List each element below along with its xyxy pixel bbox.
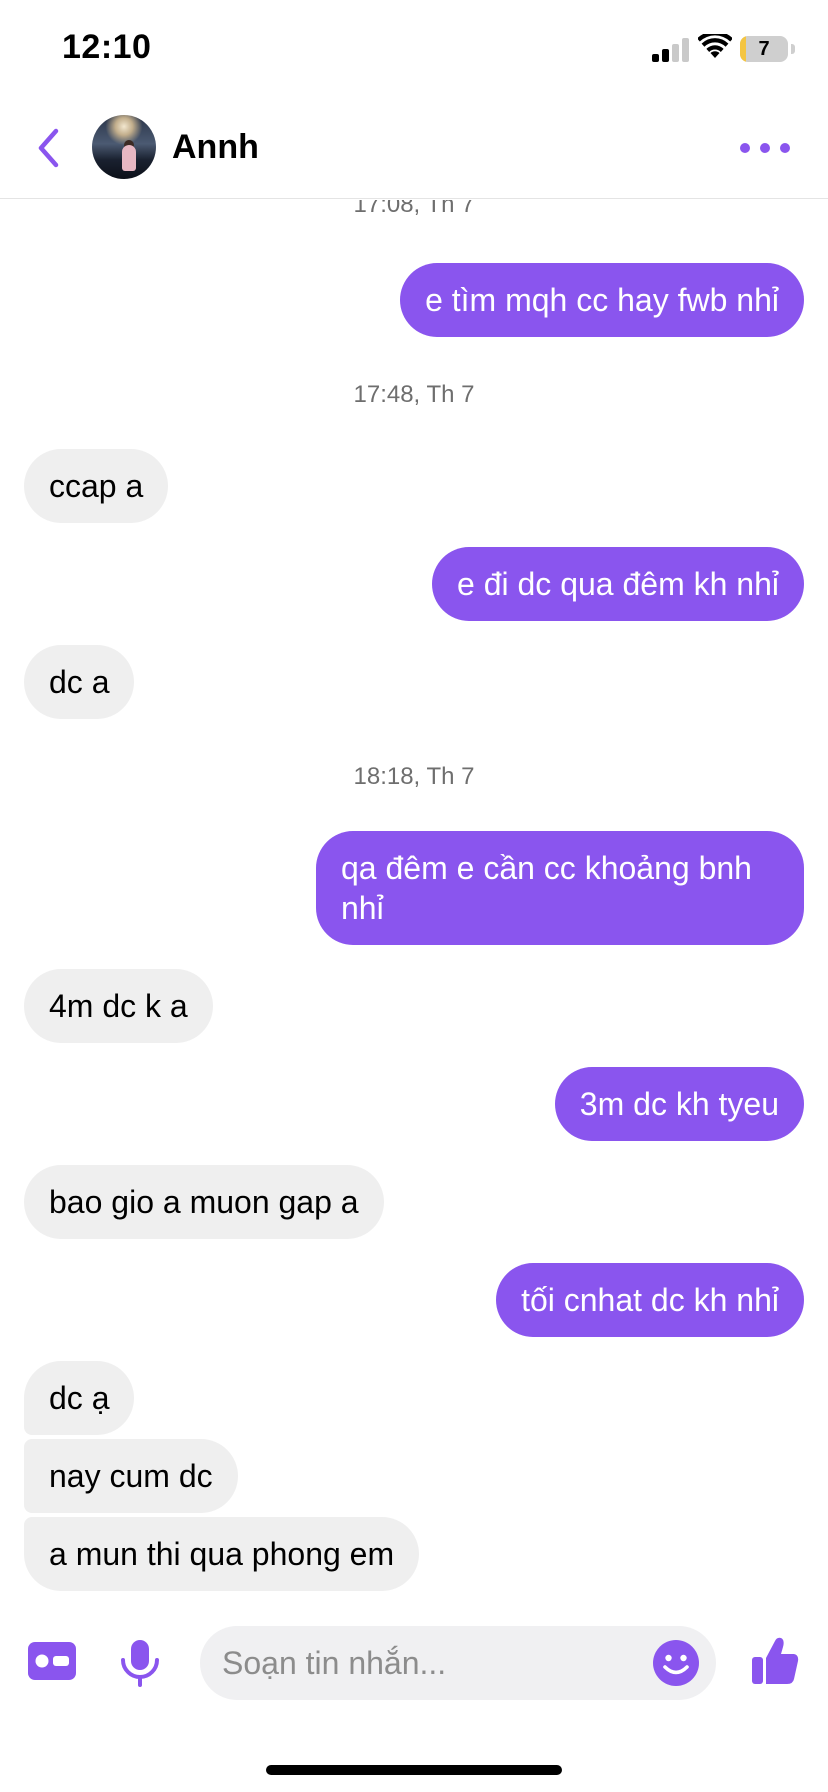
composer-bar (0, 1600, 828, 1725)
cellular-signal-icon (652, 38, 692, 62)
received-message[interactable]: dc ạ (24, 1361, 135, 1435)
battery-tip (791, 44, 795, 54)
timestamp: 17:08, Th 7 (353, 200, 475, 218)
wifi-icon (698, 34, 732, 58)
sent-message[interactable]: e tìm mqh cc hay fwb nhỉ (400, 263, 804, 337)
status-bar: 12:10 7 (0, 0, 828, 100)
received-message[interactable]: a mun thi qua phong em (24, 1517, 420, 1591)
back-button[interactable] (28, 122, 68, 174)
chevron-left-icon (38, 128, 59, 168)
message-input[interactable] (222, 1626, 642, 1700)
chat-screen: 12:10 7 Annh 17:08, Th 7 e tìm mqh cc ha… (0, 0, 828, 1792)
received-message[interactable]: nay cum dc (24, 1439, 238, 1513)
avatar[interactable] (92, 115, 156, 179)
status-time: 12:10 (62, 28, 152, 66)
timestamp: 17:48, Th 7 (353, 381, 475, 408)
received-message[interactable]: dc a (24, 645, 135, 719)
more-options-button[interactable] (740, 130, 790, 166)
thumbs-up-icon[interactable] (750, 1636, 800, 1686)
received-message[interactable]: ccap a (24, 449, 169, 523)
message-list[interactable]: 17:08, Th 7 e tìm mqh cc hay fwb nhỉ 17:… (0, 200, 828, 1600)
sent-message[interactable]: e đi dc qua đêm kh nhỉ (432, 547, 804, 621)
sent-message[interactable]: 3m dc kh tyeu (554, 1067, 804, 1141)
sent-message[interactable]: qa đêm e cần cc khoảng bnh nhỉ (316, 831, 804, 945)
chat-header: Annh (0, 100, 828, 199)
message-field (200, 1626, 716, 1700)
battery-icon: 7 (740, 36, 788, 62)
home-indicator[interactable] (266, 1765, 562, 1775)
received-message[interactable]: bao gio a muon gap a (24, 1165, 384, 1239)
emoji-icon[interactable] (652, 1639, 700, 1687)
received-message[interactable]: 4m dc k a (24, 969, 213, 1043)
contact-name[interactable]: Annh (172, 128, 259, 167)
sent-message[interactable]: tối cnhat dc kh nhỉ (496, 1263, 804, 1337)
timestamp: 18:18, Th 7 (353, 763, 475, 790)
more-horizontal-icon (740, 143, 750, 153)
battery-level: 7 (758, 37, 770, 60)
contact-card-icon[interactable] (28, 1642, 76, 1680)
microphone-icon[interactable] (118, 1638, 162, 1688)
